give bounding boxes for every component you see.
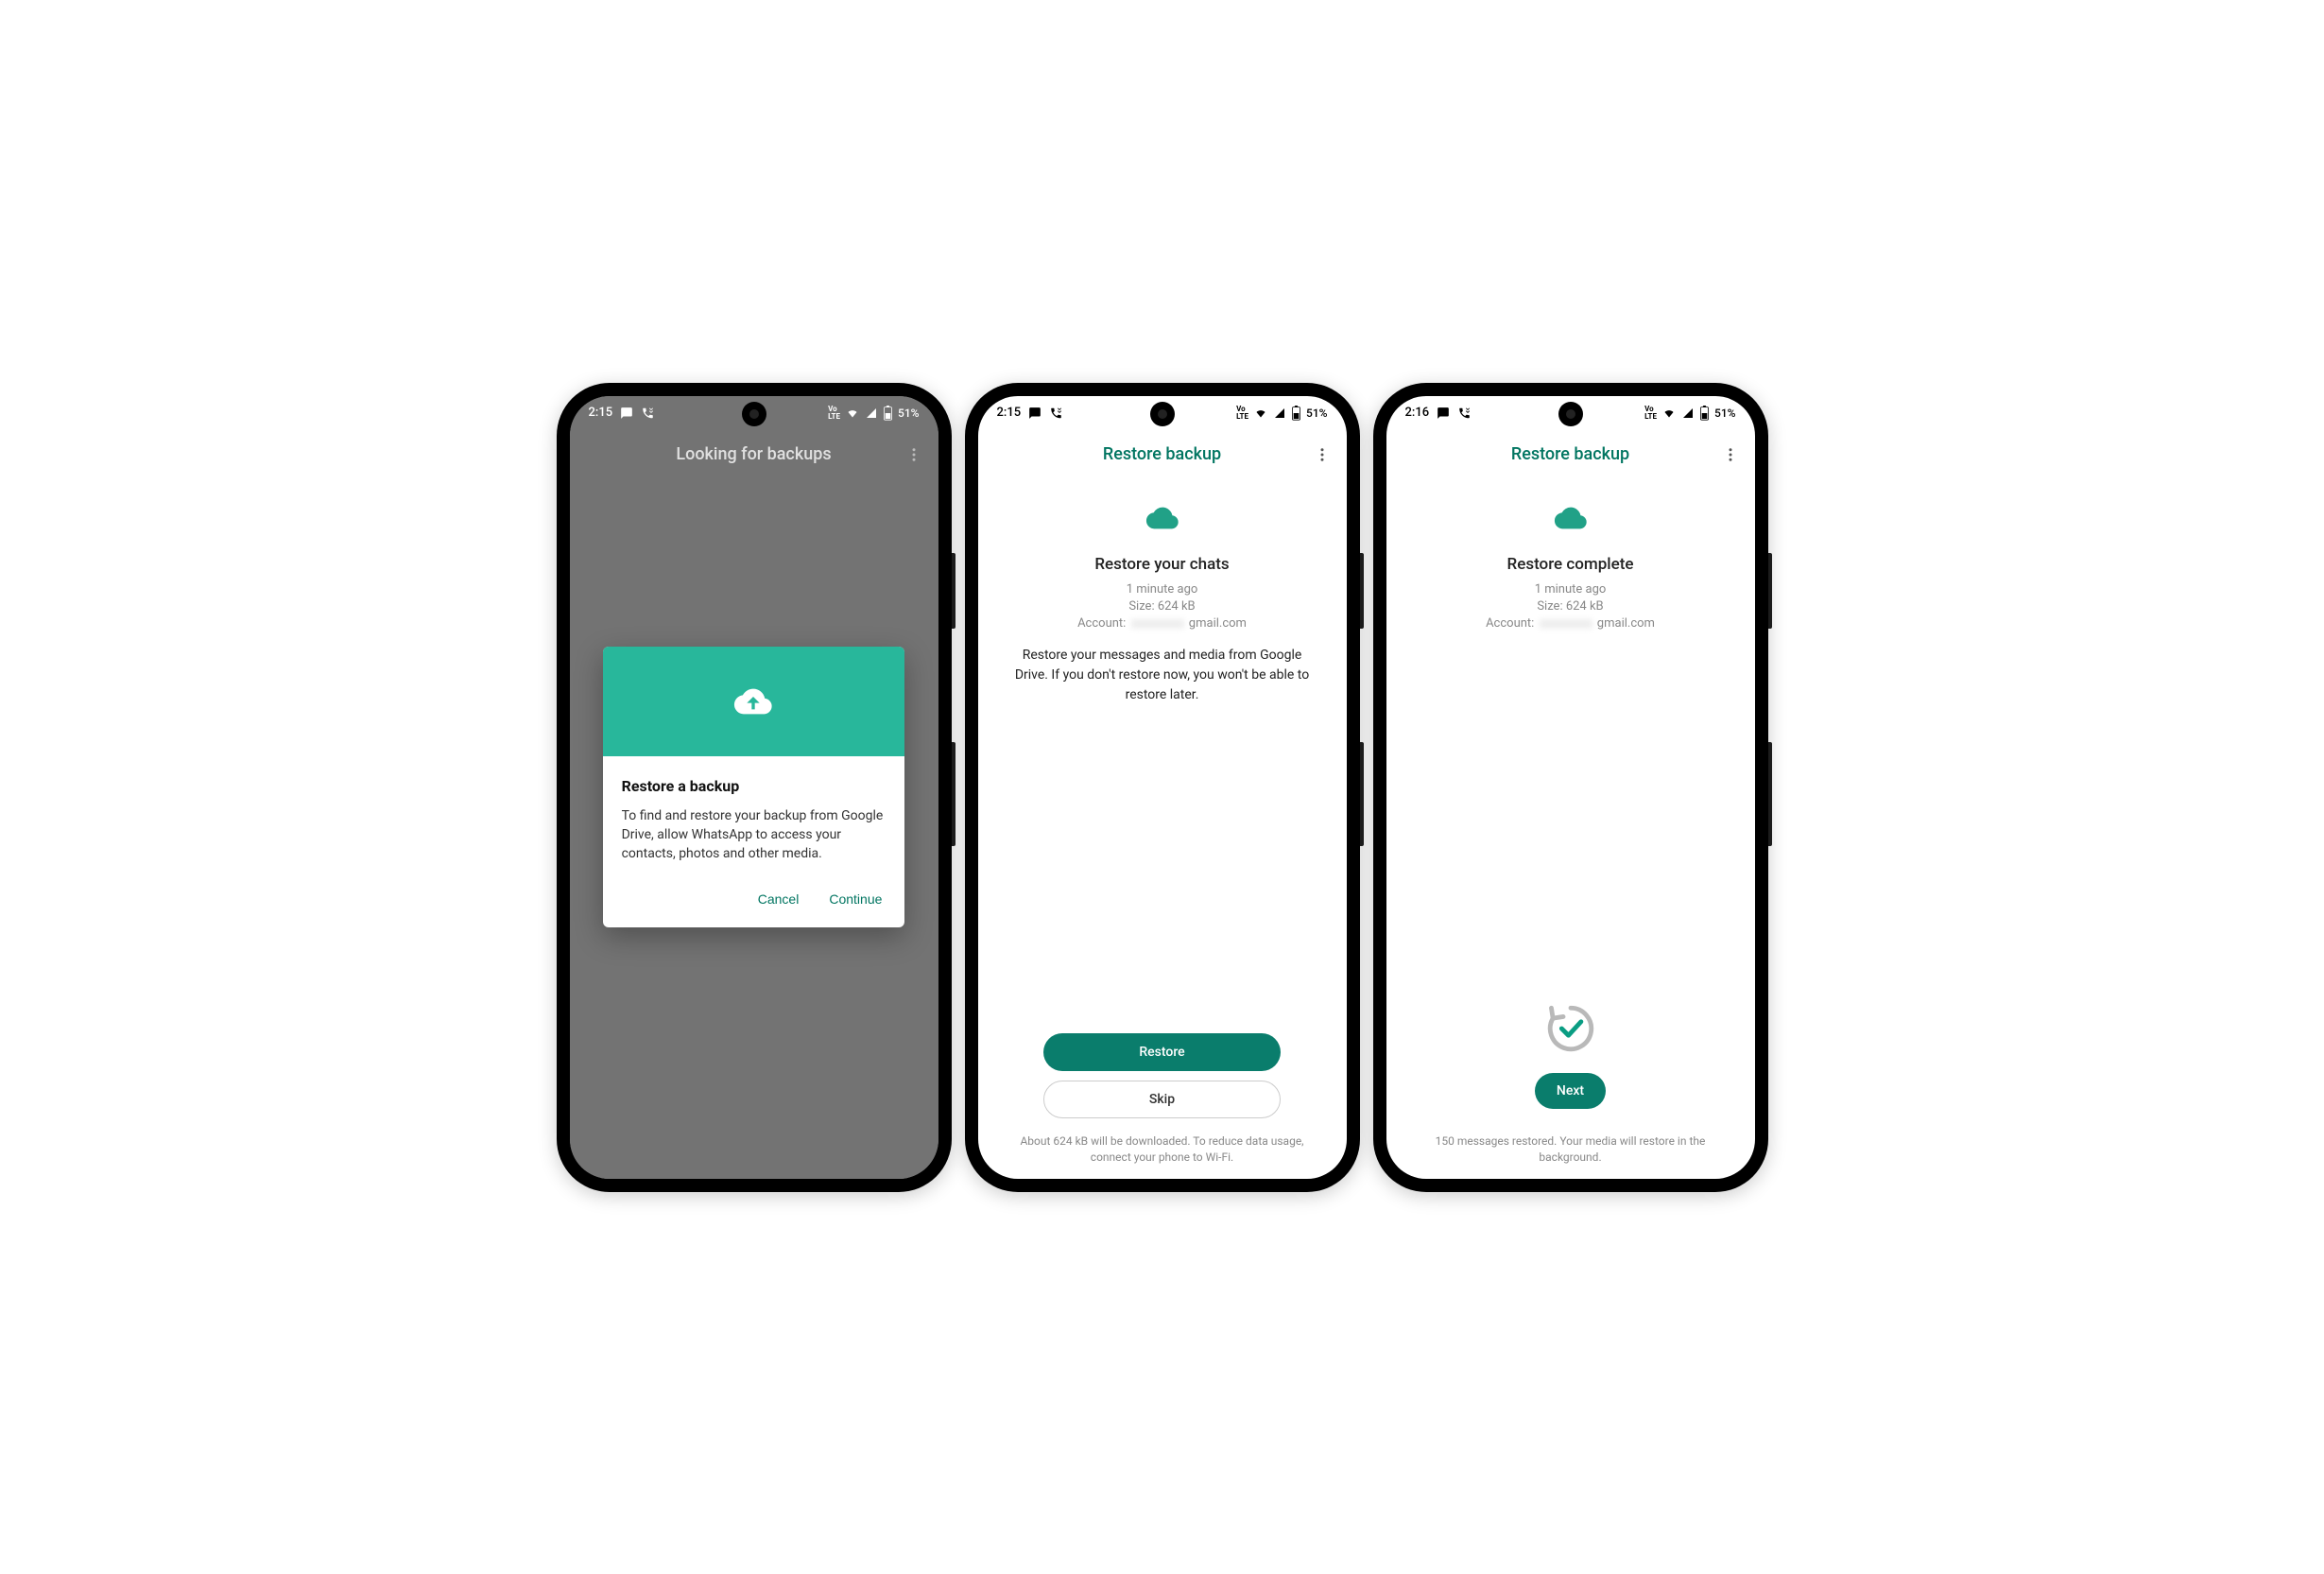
battery-pct: 51% [898,406,919,420]
wifi-calling-icon [641,406,655,420]
clock: 2:16 [1405,406,1430,420]
signal-icon [1273,407,1286,419]
camera-punch-hole [742,402,766,426]
wifi-icon [845,407,860,419]
app-bar: Restore backup [1386,430,1755,479]
signal-icon [1681,407,1695,419]
next-button[interactable]: Next [1535,1073,1606,1109]
wifi-calling-icon [1049,406,1063,420]
clock: 2:15 [589,406,613,420]
wifi-icon [1253,407,1268,419]
wifi-icon [1661,407,1677,419]
backup-time: 1 minute ago [1127,581,1198,599]
volte-icon: VoLTE [1236,406,1248,421]
menu-button[interactable] [1309,441,1335,468]
volte-icon: VoLTE [828,406,840,421]
camera-punch-hole [1558,402,1583,426]
clock: 2:15 [997,406,1022,420]
backup-size: Size: 624 kB [1537,598,1603,616]
continue-button[interactable]: Continue [825,886,886,912]
side-button [952,742,955,846]
restore-description: Restore your messages and media from Goo… [1005,646,1320,705]
battery-icon [1699,406,1710,421]
backup-size: Size: 624 kB [1128,598,1195,616]
backup-account: Account: gmail.com [1077,616,1247,631]
battery-pct: 51% [1714,406,1735,420]
battery-pct: 51% [1306,406,1327,420]
redacted-account-name [1540,619,1592,629]
dialog-hero [603,647,905,756]
side-button [1360,742,1364,846]
backup-account: Account: gmail.com [1486,616,1655,631]
app-bar: Looking for backups [570,430,938,479]
cancel-button[interactable]: Cancel [754,886,803,912]
restore-button[interactable]: Restore [1043,1033,1281,1071]
restore-footnote: 150 messages restored. Your media will r… [1413,1133,1729,1166]
dialog-body-text: To find and restore your backup from Goo… [622,806,887,864]
phone-frame-2: 2:15 VoLTE 51% Restore backu [965,383,1360,1192]
skip-button[interactable]: Skip [1043,1081,1281,1118]
menu-button[interactable] [901,441,927,468]
appbar-title: Restore backup [1511,444,1629,464]
wifi-calling-icon [1457,406,1472,420]
restore-backup-dialog: Restore a backup To find and restore you… [603,647,905,928]
side-button [1360,553,1364,629]
phone-frame-3: 2:16 VoLTE 51% Restore backu [1373,383,1768,1192]
bottom-actions: Restore Skip About 624 kB will be downlo… [978,1033,1347,1179]
volte-icon: VoLTE [1644,406,1657,421]
content-heading: Restore complete [1507,555,1634,574]
menu-button[interactable] [1717,441,1744,468]
app-bar: Restore backup [978,430,1347,479]
chat-bubble-icon [1437,406,1450,420]
phone-frame-1: 2:15 VoLTE [557,383,952,1192]
more-vert-icon [1722,446,1739,463]
battery-icon [883,406,893,421]
modal-overlay: Restore a backup To find and restore you… [570,396,938,1179]
bottom-footnote-area: 150 messages restored. Your media will r… [1386,1128,1755,1179]
more-vert-icon [1314,446,1331,463]
side-button [1768,742,1772,846]
cloud-upload-icon [727,683,780,720]
cloud-icon [1140,502,1185,538]
more-vert-icon [905,446,922,463]
signal-icon [865,407,878,419]
download-footnote: About 624 kB will be downloaded. To redu… [1005,1133,1320,1166]
chat-bubble-icon [620,406,633,420]
backup-time: 1 minute ago [1535,581,1607,599]
main-content: Restore complete 1 minute ago Size: 624 … [1386,479,1755,1128]
side-button [1768,553,1772,629]
main-content: Restore your chats 1 minute ago Size: 62… [978,479,1347,1033]
camera-punch-hole [1150,402,1175,426]
cloud-icon [1548,502,1593,538]
battery-icon [1291,406,1301,421]
chat-bubble-icon [1028,406,1041,420]
appbar-title: Restore backup [1103,444,1221,464]
restore-complete-icon [1543,1001,1598,1060]
side-button [952,553,955,629]
appbar-title: Looking for backups [676,444,831,464]
dialog-title: Restore a backup [622,777,887,795]
redacted-account-name [1131,619,1184,629]
content-heading: Restore your chats [1094,555,1229,574]
